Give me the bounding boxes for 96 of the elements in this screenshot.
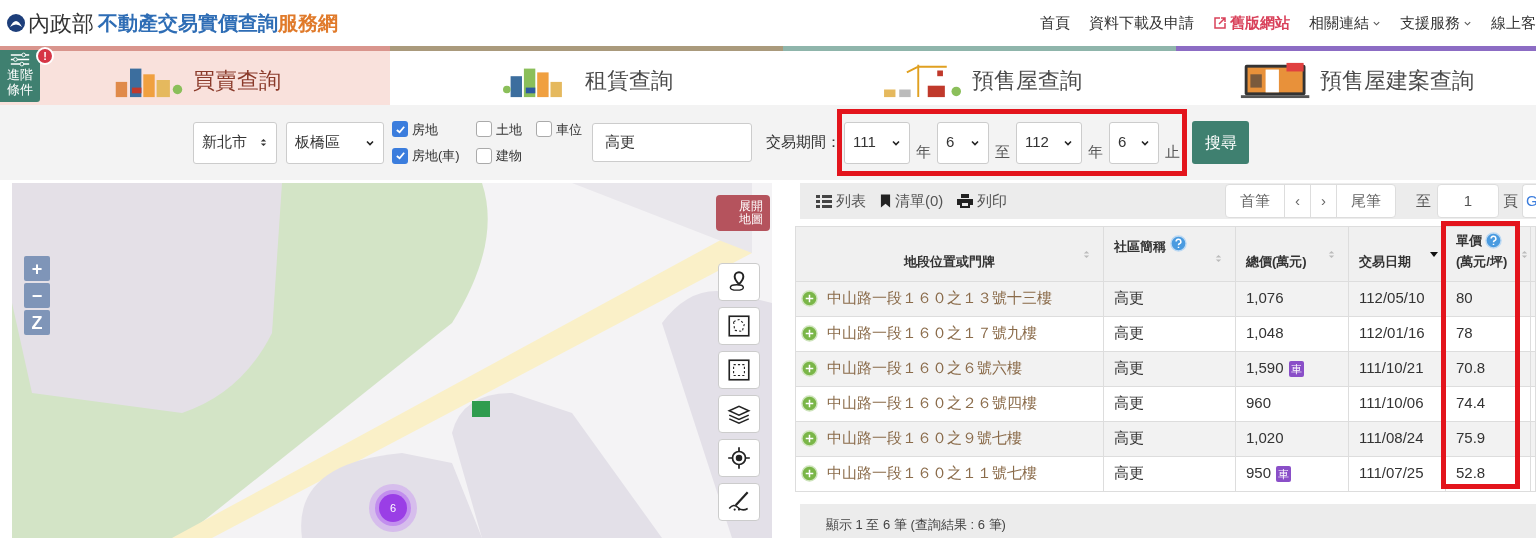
period-select[interactable]: 112 xyxy=(1016,121,1082,164)
ministry-name: 內政部 xyxy=(28,9,94,38)
map-tool-button[interactable] xyxy=(718,263,760,301)
address-link[interactable]: 中山路一段１６０之１７號九樓 xyxy=(827,322,1037,345)
unit-price-cell-text: 78 xyxy=(1456,323,1473,344)
check-icon xyxy=(394,123,406,135)
sliders-icon xyxy=(9,52,31,67)
community-cell-text: 高更 xyxy=(1114,428,1144,449)
period-select[interactable]: 6 xyxy=(937,121,989,164)
pager-button[interactable]: › xyxy=(1311,184,1337,217)
checkbox[interactable]: 房地 xyxy=(392,119,476,139)
column-header[interactable]: 社區簡稱 xyxy=(1104,226,1236,281)
emblem-icon xyxy=(6,13,26,33)
bookmark-icon xyxy=(880,193,891,208)
goto-label: 至 xyxy=(1416,190,1431,211)
unit-price-cell-text: 74.4 xyxy=(1456,393,1486,414)
map-tool-button[interactable] xyxy=(718,439,760,477)
toolbar-button[interactable]: 清單(0) xyxy=(880,189,944,212)
community-cell-text: 高更 xyxy=(1114,288,1144,309)
pager-button[interactable]: ‹ xyxy=(1285,184,1311,217)
address-link[interactable]: 中山路一段１６０之２６號四樓 xyxy=(827,392,1037,415)
total-price-cell-text: 960 xyxy=(1246,393,1272,414)
nav-link[interactable]: 資料下載及申請 xyxy=(1089,11,1194,35)
map-tool-button[interactable] xyxy=(718,483,760,521)
map-tool-button[interactable] xyxy=(718,395,760,433)
period-unit: 年 xyxy=(916,141,931,162)
nav-link[interactable]: 相關連結 xyxy=(1309,11,1381,35)
parking-badge: 車 xyxy=(1276,465,1292,482)
checkbox[interactable]: 土地 xyxy=(476,119,536,139)
community-cell-text: 高更 xyxy=(1114,393,1144,414)
community-cell-text: 高更 xyxy=(1114,358,1144,379)
total-price-cell-text: 1,076 xyxy=(1246,288,1284,309)
period-label: 交易期間： xyxy=(766,132,841,153)
print-icon xyxy=(957,193,974,208)
date-cell-text: 112/01/16 xyxy=(1359,323,1425,344)
advanced-filter-button[interactable]: 進階條件 xyxy=(0,50,40,102)
results-summary: 顯示 1 至 6 筆 (查詢結果 : 6 筆) xyxy=(826,515,1006,534)
page-input[interactable]: 1 xyxy=(1437,183,1499,218)
site-title-suffix: 服務網 xyxy=(278,11,338,36)
total-price-cell-text: 1,048 xyxy=(1246,323,1284,344)
page-unit: 頁 xyxy=(1503,190,1518,211)
toolbar-button[interactable]: 列印 xyxy=(957,189,1008,212)
period-unit: 至 xyxy=(995,141,1010,162)
nav-link[interactable]: 首頁 xyxy=(1040,11,1070,35)
rectangle-select-icon xyxy=(726,357,752,383)
city-select[interactable]: 新北市 xyxy=(193,121,277,164)
checkbox[interactable]: 房地(車) xyxy=(392,146,476,166)
checkbox[interactable]: 建物 xyxy=(476,146,536,166)
community-cell-text: 高更 xyxy=(1114,463,1144,484)
column-header[interactable]: 總價(萬元) xyxy=(1236,226,1349,281)
unit-price-cell-text: 70.8 xyxy=(1456,358,1486,379)
keyword-input[interactable]: 高更 xyxy=(592,123,752,162)
nav-link[interactable]: 舊版網站 xyxy=(1213,11,1290,35)
column-header[interactable]: 交易日期 xyxy=(1349,226,1446,281)
date-cell-text: 112/05/10 xyxy=(1359,288,1425,309)
column-header[interactable]: 單價 (萬元/坪) xyxy=(1446,226,1531,281)
address-link[interactable]: 中山路一段１６０之１３號十三樓 xyxy=(827,287,1052,310)
map-tool-button[interactable] xyxy=(718,351,760,389)
total-price-cell-text: 1,590 xyxy=(1246,358,1284,379)
checkbox[interactable]: 車位 xyxy=(536,119,592,139)
nav-link[interactable]: 線上客 xyxy=(1491,11,1536,35)
date-cell-text: 111/08/24 xyxy=(1359,428,1424,449)
check-icon xyxy=(394,150,406,162)
go-button[interactable]: G xyxy=(1522,183,1536,218)
period-unit: 年 xyxy=(1088,141,1103,162)
period-select[interactable]: 111 xyxy=(844,121,910,164)
period-unit: 止 xyxy=(1165,141,1180,162)
date-cell-text: 111/10/21 xyxy=(1359,358,1424,379)
locate-icon xyxy=(726,445,752,471)
column-header[interactable]: 地段位置或門牌 xyxy=(796,226,1104,281)
address-link[interactable]: 中山路一段１６０之６號六樓 xyxy=(827,357,1022,380)
search-button[interactable]: 搜尋 xyxy=(1192,121,1249,164)
polygon-select-icon xyxy=(726,313,752,339)
district-select[interactable]: 板橋區 xyxy=(286,121,384,164)
external-link-icon xyxy=(1213,16,1227,30)
total-price-cell-text: 950 xyxy=(1246,463,1272,484)
toolbar-button[interactable]: 列表 xyxy=(816,189,866,212)
address-link[interactable]: 中山路一段１６０之１１號七樓 xyxy=(827,462,1037,485)
unit-price-cell-text: 52.8 xyxy=(1456,463,1486,484)
site-title: 不動產交易實價查詢 xyxy=(98,11,278,36)
community-cell-text: 高更 xyxy=(1114,323,1144,344)
map-tool-button[interactable] xyxy=(718,307,760,345)
list-icon xyxy=(816,193,832,208)
nav-link[interactable]: 支援服務 xyxy=(1400,11,1472,35)
sort-arrows-icon xyxy=(259,137,268,148)
date-cell-text: 111/07/25 xyxy=(1359,463,1424,484)
expand-map-button[interactable]: 展開地圖 xyxy=(716,195,770,231)
address-link[interactable]: 中山路一段１６０之９號七樓 xyxy=(827,427,1022,450)
pager-button[interactable]: 首筆 xyxy=(1226,184,1285,217)
period-select[interactable]: 6 xyxy=(1109,121,1159,164)
date-cell-text: 111/10/06 xyxy=(1359,393,1424,414)
parking-badge: 車 xyxy=(1288,360,1304,377)
pager-button[interactable]: 尾筆 xyxy=(1337,184,1395,217)
total-price-cell-text: 1,020 xyxy=(1246,428,1284,449)
unit-price-cell-text: 80 xyxy=(1456,288,1473,309)
unit-price-cell-text: 75.9 xyxy=(1456,428,1486,449)
